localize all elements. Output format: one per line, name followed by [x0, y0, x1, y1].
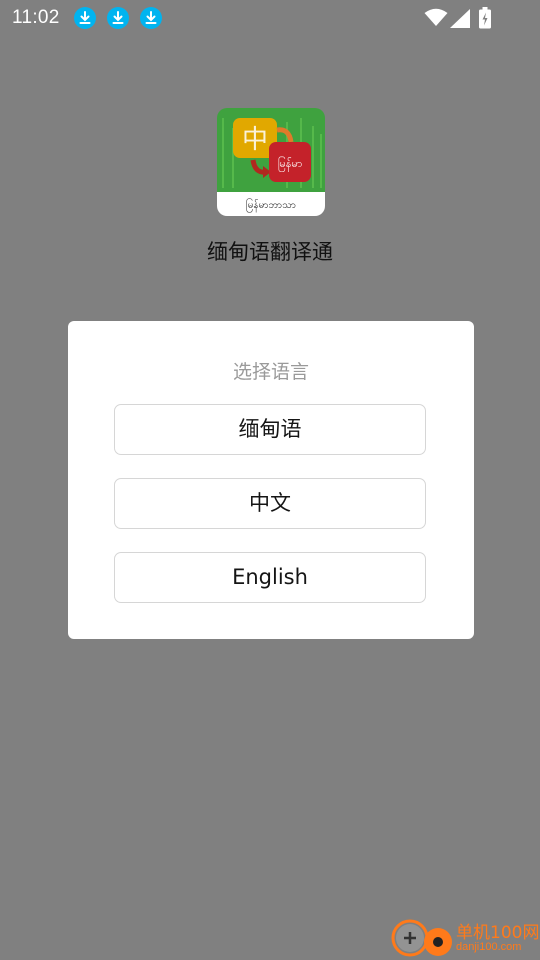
logo-myanmar-word: မြန်မာ [278, 156, 303, 172]
download-icon [107, 7, 129, 29]
lang-button-burmese[interactable]: 缅甸语 [114, 404, 426, 455]
app-logo: 中 မြန်မာ မြန်မာဘာသာ [217, 108, 325, 216]
lang-button-chinese[interactable]: 中文 [114, 478, 426, 529]
system-icons [424, 7, 504, 29]
cell-signal-icon [450, 9, 470, 28]
download-icon [74, 7, 96, 29]
logo-chinese-char: 中 [242, 125, 268, 155]
lang-button-english[interactable]: English [114, 552, 426, 603]
watermark: 单机100网 danji100.com [388, 914, 540, 960]
watermark-logo-icon [391, 919, 452, 957]
watermark-url: danji100.com [456, 941, 522, 953]
app-title: 缅甸语翻译通 [207, 240, 333, 264]
wifi-icon [424, 8, 448, 26]
language-dialog: 选择语言 缅甸语 中文 English [68, 321, 474, 639]
download-icon [140, 7, 162, 29]
status-bar: 11:02 [0, 0, 540, 36]
logo-caption: မြန်မာဘာသာ [246, 197, 296, 213]
status-time: 11:02 [12, 7, 60, 28]
battery-charging-icon [479, 7, 491, 29]
watermark-text: 单机100网 [456, 923, 540, 943]
dialog-title: 选择语言 [232, 361, 309, 383]
